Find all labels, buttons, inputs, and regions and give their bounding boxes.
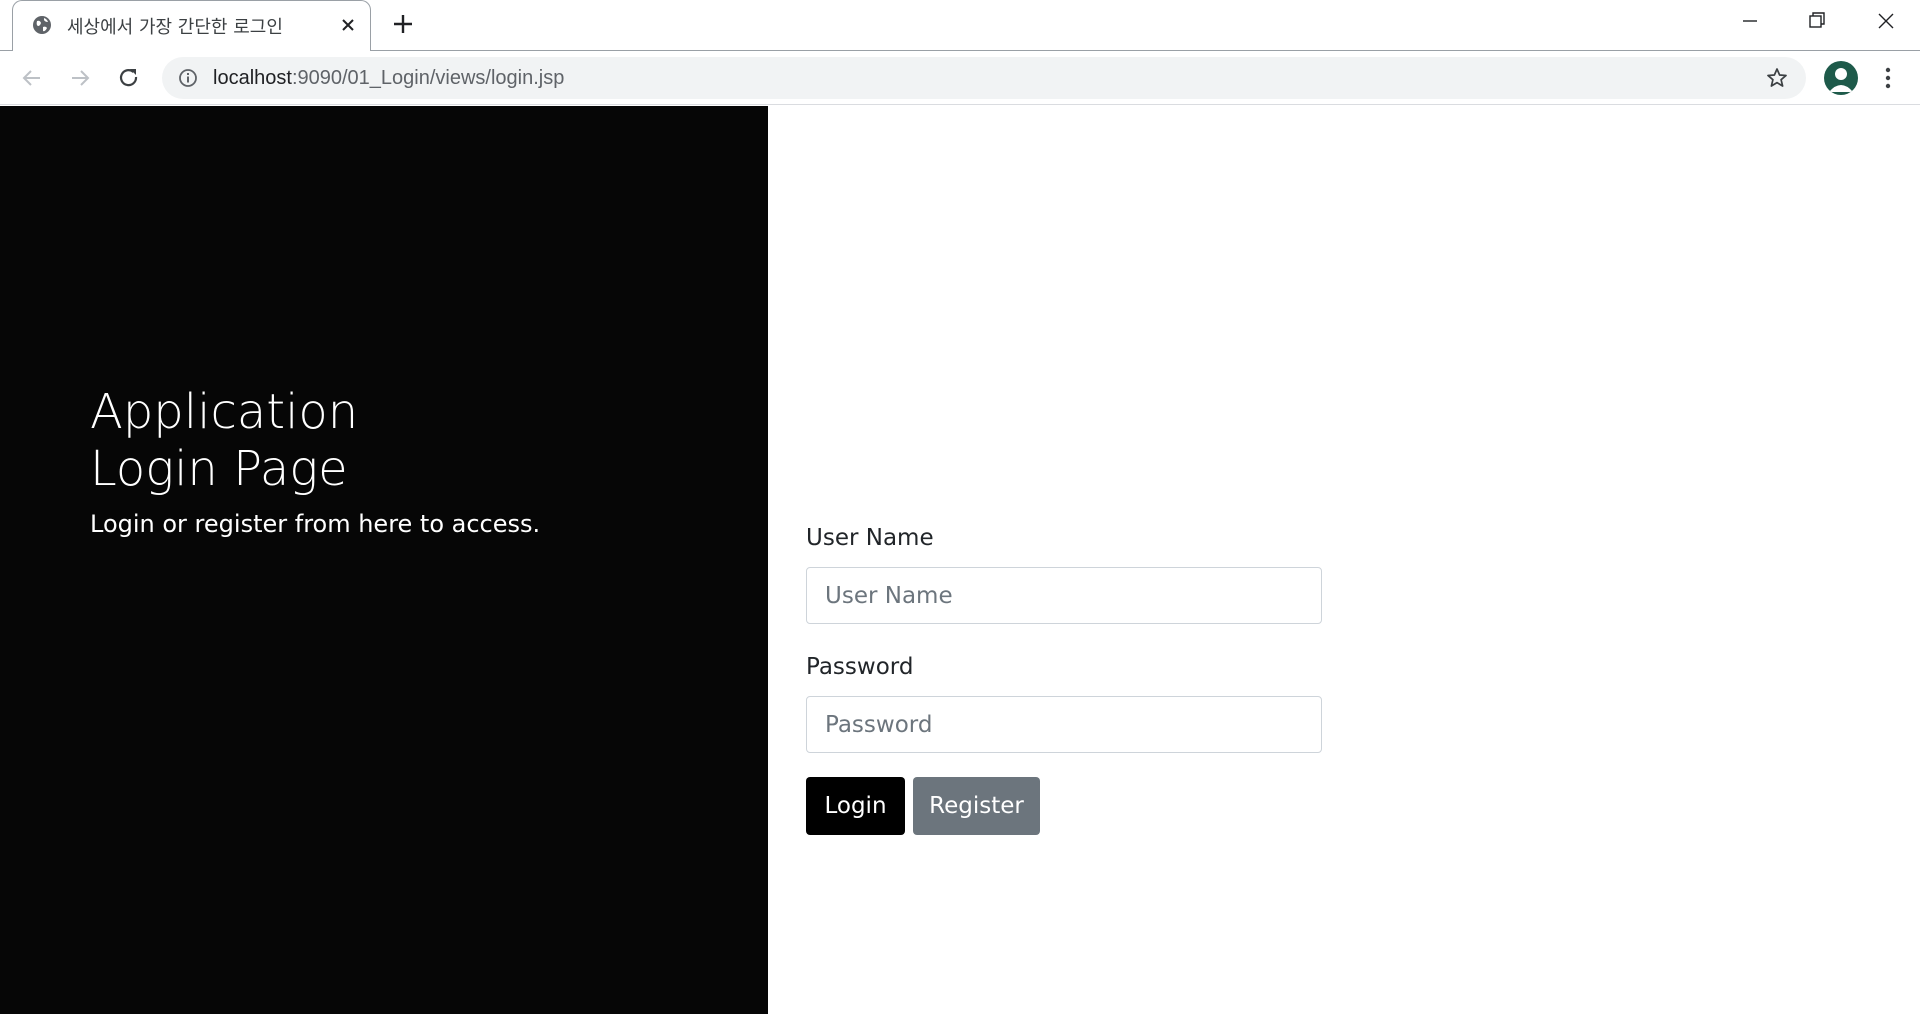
page-content: Application Login Page Login or register…	[0, 106, 1920, 1014]
avatar-icon[interactable]	[1824, 61, 1858, 95]
username-label: User Name	[806, 525, 934, 551]
url-text[interactable]: localhost:9090/01_Login/views/login.jsp	[213, 67, 564, 90]
login-button[interactable]: Login	[806, 777, 905, 835]
page-title: Application Login Page	[90, 384, 590, 498]
username-input[interactable]	[806, 567, 1322, 624]
restore-icon[interactable]	[1802, 8, 1832, 34]
browser-toolbar: localhost:9090/01_Login/views/login.jsp	[0, 51, 1920, 105]
window-close-icon[interactable]	[1871, 8, 1901, 34]
reload-icon[interactable]	[116, 65, 142, 91]
page-subtitle: Login or register from here to access.	[90, 510, 541, 538]
globe-icon	[33, 16, 51, 34]
info-icon[interactable]	[178, 68, 198, 88]
url-path: :9090/01_Login/views/login.jsp	[291, 67, 565, 89]
arrow-right-icon[interactable]	[67, 65, 93, 91]
url-host: localhost	[213, 67, 292, 89]
tab-title: 세상에서 가장 간단한 로그인	[67, 17, 283, 38]
minimize-icon[interactable]	[1735, 8, 1765, 34]
side-panel: Application Login Page Login or register…	[0, 106, 768, 1014]
title-line-2: Login Page	[90, 441, 348, 497]
close-icon[interactable]	[339, 16, 357, 34]
tab-strip: 세상에서 가장 간단한 로그인	[0, 0, 1920, 51]
browser-tab[interactable]: 세상에서 가장 간단한 로그인	[12, 0, 371, 51]
address-bar[interactable]: localhost:9090/01_Login/views/login.jsp	[162, 57, 1806, 99]
password-input[interactable]	[806, 696, 1322, 753]
more-vertical-icon[interactable]	[1876, 65, 1900, 91]
password-label: Password	[806, 654, 914, 680]
plus-icon[interactable]	[392, 13, 414, 35]
arrow-left-icon[interactable]	[19, 65, 45, 91]
register-button[interactable]: Register	[913, 777, 1040, 835]
title-line-1: Application	[90, 384, 359, 440]
star-icon[interactable]	[1765, 66, 1789, 90]
